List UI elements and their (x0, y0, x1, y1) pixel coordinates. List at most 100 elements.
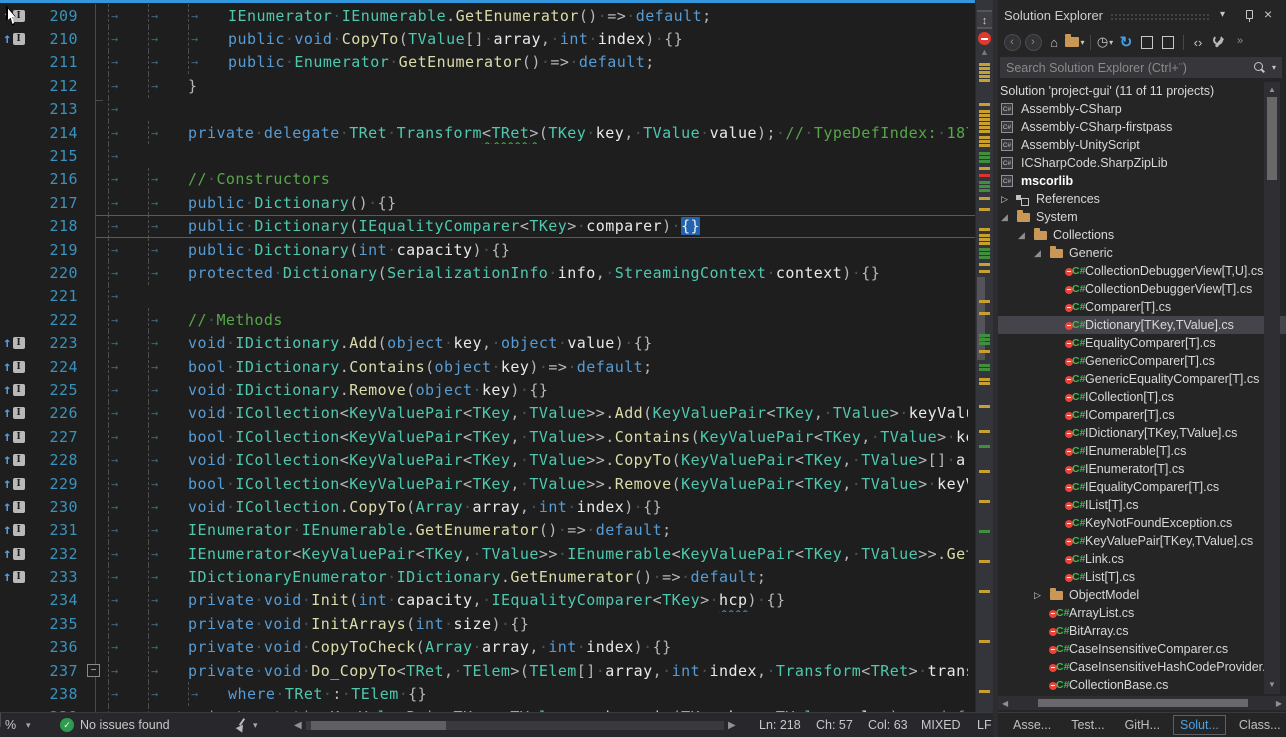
tree-item-references[interactable]: ▷References (998, 190, 1286, 208)
code-line[interactable]: 221→ (0, 285, 993, 308)
code-line[interactable]: 214→→private·delegate·TRet·Transform<TRe… (0, 121, 993, 144)
code-line[interactable]: ↑I232→→IEnumerator<KeyValuePair<TKey,·TV… (0, 542, 993, 565)
tree-item-equalitycomparer-t-cs[interactable]: C#EqualityComparer[T].cs (998, 334, 1286, 352)
implements-arrow-icon[interactable]: ↑I (0, 565, 32, 588)
code-text[interactable]: →→bool·ICollection<KeyValuePair<TKey,·TV… (108, 425, 968, 448)
code-line[interactable]: 219→→public·Dictionary(int·capacity)·{} (0, 238, 993, 261)
forward-button[interactable]: › (1023, 31, 1043, 53)
toolbar-overflow-button[interactable]: » (1230, 30, 1250, 52)
sync-with-active-document-button[interactable] (1158, 31, 1178, 53)
hscroll-right-icon[interactable]: ▶ (728, 713, 736, 737)
dock-tab-gith[interactable]: GitH... (1118, 715, 1167, 735)
chevron-collapsed-icon[interactable]: ▷ (1033, 590, 1049, 601)
code-text[interactable]: →→→public·Enumerator·GetEnumerator()·=>·… (108, 51, 968, 74)
scroll-down-icon[interactable]: ▼ (1268, 680, 1276, 689)
tree-item-collectionbase-cs[interactable]: C#CollectionBase.cs (998, 676, 1286, 694)
vertical-scrollbar-thumb[interactable] (977, 277, 985, 360)
switch-views-button[interactable]: ▾ (1065, 31, 1085, 53)
tree-item-mscorlib[interactable]: C#mscorlib (998, 172, 1286, 190)
implements-arrow-icon[interactable]: ↑I (0, 448, 32, 471)
tree-item-icollection-t-cs[interactable]: C#ICollection[T].cs (998, 388, 1286, 406)
tree-item-icsharpcode-sharpziplib[interactable]: C#ICSharpCode.SharpZipLib (998, 154, 1286, 172)
code-text[interactable]: →→private·void·Do_CopyTo<TRet,·TElem>(TE… (108, 659, 968, 682)
code-line[interactable]: ↑I210→→→public·void·CopyTo(TValue[]·arra… (0, 27, 993, 50)
home-button[interactable]: ⌂ (1044, 31, 1064, 53)
code-cleanup-broom-icon[interactable] (234, 717, 250, 733)
status-eol[interactable]: LF (977, 713, 992, 737)
code-line[interactable]: 237→→private·void·Do_CopyTo<TRet,·TElem>… (0, 659, 993, 682)
code-line[interactable]: 217→→public·Dictionary()·{} (0, 191, 993, 214)
chevron-expanded-icon[interactable]: ◢ (1033, 248, 1049, 259)
scroll-up-icon[interactable]: ▲ (1268, 85, 1276, 94)
code-editor[interactable]: ↑I209→→→IEnumerator·IEnumerable.GetEnume… (0, 0, 993, 712)
tree-horizontal-scrollbar[interactable]: ◀ ▶ (998, 696, 1286, 710)
code-line[interactable]: 216→→//·Constructors (0, 168, 993, 191)
code-text[interactable]: →→public·Dictionary()·{} (108, 191, 968, 214)
code-line[interactable]: ↑I229→→bool·ICollection<KeyValuePair<TKe… (0, 472, 993, 495)
tree-item-dictionary-tkey-tvalue-cs[interactable]: C#Dictionary[TKey,TValue].cs (998, 316, 1286, 334)
implements-arrow-icon[interactable]: ↑I (0, 472, 32, 495)
tree-hscroll-thumb[interactable] (1038, 699, 1248, 707)
tree-item-link-cs[interactable]: C#Link.cs (998, 550, 1286, 568)
code-line[interactable]: 234→→private·void·Init(int·capacity,·IEq… (0, 589, 993, 612)
zoom-control[interactable]: % (5, 713, 16, 737)
code-text[interactable]: →→private·void·InitArrays(int·size)·{} (108, 612, 968, 635)
chevron-expanded-icon[interactable]: ◢ (1017, 230, 1033, 241)
code-text[interactable]: →→void·IDictionary.Add(object·key,·objec… (108, 331, 968, 354)
tree-item-caseinsensitivehashcodeprovider-cs[interactable]: C#CaseInsensitiveHashCodeProvider.cs (998, 658, 1286, 676)
code-line[interactable]: 218→→public·Dictionary(IEqualityComparer… (0, 215, 993, 238)
tree-item-iequalitycomparer-t-cs[interactable]: C#IEqualityComparer[T].cs (998, 478, 1286, 496)
dock-tab-solut[interactable]: Solut... (1173, 715, 1226, 735)
code-text[interactable]: →→private·delegate·TRet·Transform<TRet>(… (108, 121, 968, 144)
scroll-left-icon[interactable]: ◀ (1002, 699, 1008, 708)
tree-item-list-t-cs[interactable]: C#List[T].cs (998, 568, 1286, 586)
code-text[interactable]: →→public·Dictionary(IEqualityComparer<TK… (108, 215, 968, 238)
code-text[interactable]: →→void·ICollection.CopyTo(Array·array,·i… (108, 495, 968, 518)
tree-item-system[interactable]: ◢System (998, 208, 1286, 226)
collapse-all-button[interactable] (1137, 31, 1157, 53)
code-text[interactable]: →→protected·Dictionary(SerializationInfo… (108, 261, 968, 284)
code-line[interactable]: ↑I230→→void·ICollection.CopyTo(Array·arr… (0, 495, 993, 518)
tree-item-comparer-t-cs[interactable]: C#Comparer[T].cs (998, 298, 1286, 316)
tree-item-collectiondebuggerview-t-cs[interactable]: C#CollectionDebuggerView[T].cs (998, 280, 1286, 298)
window-position-icon[interactable]: ▾ (1220, 9, 1225, 20)
split-editor-handle-icon[interactable]: ↕ (977, 10, 992, 29)
code-text[interactable]: →→bool·ICollection<KeyValuePair<TKey,·TV… (108, 472, 968, 495)
implements-arrow-icon[interactable]: ↑I (0, 495, 32, 518)
code-line[interactable]: 236→→private·void·CopyToCheck(Array·arra… (0, 636, 993, 659)
code-text[interactable]: →→IDictionaryEnumerator·IDictionary.GetE… (108, 565, 968, 588)
tree-vscroll-thumb[interactable] (1267, 97, 1277, 180)
view-code-button[interactable]: ‹› (1188, 31, 1208, 53)
code-line[interactable]: 212→→} (0, 74, 993, 97)
search-dropdown-icon[interactable]: ▾ (1272, 63, 1276, 72)
dock-tab-class[interactable]: Class... (1232, 715, 1286, 735)
scroll-right-icon[interactable]: ▶ (1276, 699, 1282, 708)
code-text[interactable]: →→→where·TRet·:·TElem·{} (108, 682, 968, 705)
code-text[interactable]: →→} (108, 74, 968, 97)
tree-item-ienumerable-t-cs[interactable]: C#IEnumerable[T].cs (998, 442, 1286, 460)
code-line[interactable]: 222→→//·Methods (0, 308, 993, 331)
tree-item-ienumerator-t-cs[interactable]: C#IEnumerator[T].cs (998, 460, 1286, 478)
hscroll-left-icon[interactable]: ◀ (294, 713, 302, 737)
code-text[interactable]: →→void·ICollection<KeyValuePair<TKey,·TV… (108, 448, 968, 471)
code-text[interactable]: →→→public·void·CopyTo(TValue[]·array,·in… (108, 27, 968, 50)
tree-item-solution-project-gui-11-of-11-projects-[interactable]: Solution 'project-gui' (11 of 11 project… (998, 82, 1286, 100)
code-text[interactable]: →→IEnumerator<KeyValuePair<TKey,·TValue>… (108, 542, 968, 565)
tree-item-bitarray-cs[interactable]: C#BitArray.cs (998, 622, 1286, 640)
code-line[interactable]: ↑I228→→void·ICollection<KeyValuePair<TKe… (0, 448, 993, 471)
chevron-collapsed-icon[interactable]: ▷ (1000, 194, 1016, 205)
tree-item-collectiondebuggerview-t-u-cs[interactable]: C#CollectionDebuggerView[T,U].cs (998, 262, 1286, 280)
status-encoding[interactable]: MIXED (921, 713, 961, 737)
code-line[interactable]: 213→ (0, 98, 993, 121)
horizontal-scrollbar-track[interactable] (306, 721, 724, 730)
chevron-expanded-icon[interactable]: ◢ (1000, 212, 1016, 223)
code-text[interactable]: →→void·ICollection<KeyValuePair<TKey,·TV… (108, 402, 968, 425)
horizontal-scrollbar-thumb[interactable] (311, 721, 446, 730)
search-icon[interactable] (1252, 61, 1266, 75)
code-line[interactable]: 238→→→where·TRet·:·TElem·{} (0, 682, 993, 705)
implements-arrow-icon[interactable]: ↑I (0, 402, 32, 425)
code-text[interactable]: →→public·Dictionary(int·capacity)·{} (108, 238, 968, 261)
dock-tab-asse[interactable]: Asse... (1006, 715, 1058, 735)
tree-item-objectmodel[interactable]: ▷ObjectModel (998, 586, 1286, 604)
solution-tree[interactable]: Solution 'project-gui' (11 of 11 project… (998, 82, 1286, 694)
